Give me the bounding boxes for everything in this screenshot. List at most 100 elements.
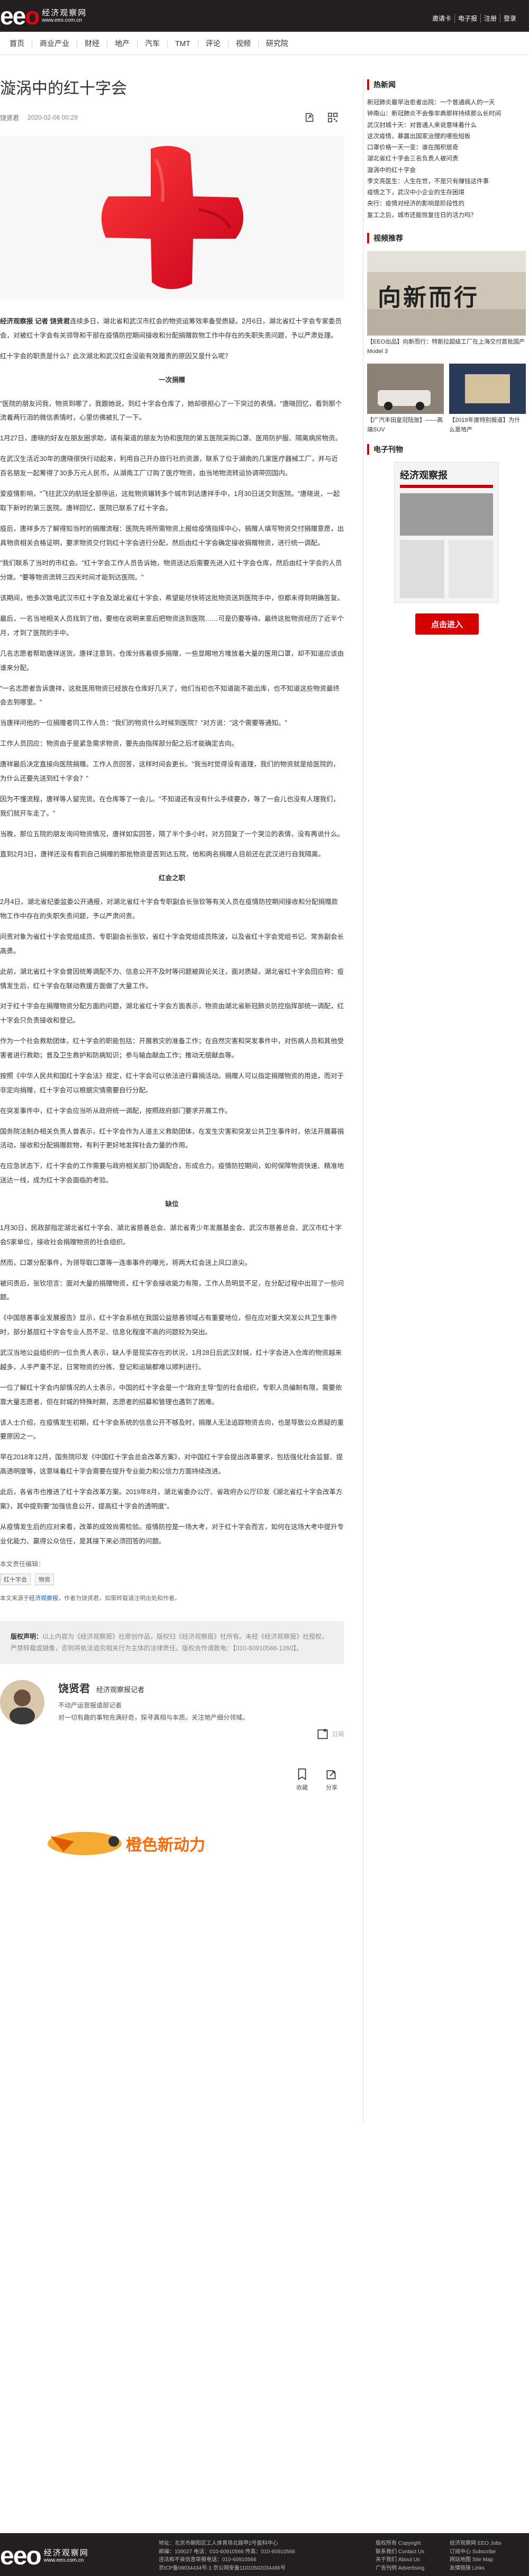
author-avatar[interactable] xyxy=(0,1680,44,1725)
footer-logo[interactable]: eeo 经济观察网 www.eeo.com.cn xyxy=(0,2542,89,2571)
video-thumbnail xyxy=(449,364,526,414)
article-paragraph: 1月30日，民政部指定湖北省红十字会、湖北省慈善总会、湖北省青少年发展基金会、武… xyxy=(0,1224,342,1246)
tag-item[interactable]: 红十字会 xyxy=(0,1573,31,1585)
epaper-cover[interactable]: 经济观察报 xyxy=(394,462,499,603)
nav-video[interactable]: 视频 xyxy=(227,39,258,47)
article-paragraph: 问责对象为省红十字会党组成员、专职副会长张钦，省红十字会党组成员陈波，以及省红十… xyxy=(0,933,344,955)
source-link[interactable]: 经济观察报 xyxy=(29,1595,58,1602)
collect-button[interactable]: 收藏 xyxy=(295,1767,309,1792)
hot-news-item[interactable]: 武汉封城十天：对普通人来说意味着什么 xyxy=(367,120,526,131)
article-paragraph: 被问责后，张钦坦言：面对大量的捐赠物资，红十字会接收能力有限，工作人员明显不足，… xyxy=(0,1279,344,1301)
qr-code-icon[interactable] xyxy=(327,112,339,123)
article-author[interactable]: 饶贤君 xyxy=(0,113,19,122)
footer-link[interactable]: 经济观察网 EEO Jobs xyxy=(450,2539,501,2548)
footer-link[interactable]: 关于我们 About Us xyxy=(376,2556,424,2564)
section-heading: 红会之职 xyxy=(158,874,185,882)
hot-news-item[interactable]: 钟南山：新冠肺炎不会像非典那样持续那么长时间 xyxy=(367,109,526,120)
hot-news-item[interactable]: 这次疫情，暴露出国家治理的哪些短板 xyxy=(367,131,526,142)
footer-link[interactable]: 友情链接 Links xyxy=(450,2564,501,2573)
footer-info: 地址：北京市朝阳区工人体育场北路甲2号盈科中心 邮编：100027 电话：010… xyxy=(159,2541,295,2571)
article-paragraph: 2月4日，湖北省纪委监委公开通报，对湖北省红十字会专职副会长张钦等有关人员在疫情… xyxy=(0,898,338,920)
invite-link[interactable]: 邀请卡 xyxy=(429,14,454,23)
author-info: 饶贤君 经济观察报记者 不动产运营报道部记者 对一切有趣的事物充满好奇，探寻真相与… xyxy=(58,1680,344,1741)
video-item[interactable]: 【广汽丰田皇冠陆放】——高端SUV xyxy=(367,364,444,435)
footer-link[interactable]: 广告刊例 Advertising xyxy=(376,2564,424,2573)
article-paragraph: 几名志愿者帮助唐祥送货。唐祥注意到，仓库分拣着很多捐赠，一些显眼地方堆放着大量的… xyxy=(0,649,344,672)
nav-home[interactable]: 首页 xyxy=(10,40,32,47)
hot-news-item[interactable]: 疫情之下，武汉中小企业的生存困境 xyxy=(367,187,526,198)
follow-button[interactable]: 订阅 xyxy=(58,1727,344,1741)
tag-item[interactable]: 物资 xyxy=(35,1573,54,1585)
login-link[interactable]: 登录 xyxy=(499,14,519,23)
article-paragraph: 经济观察报 记者 饶贤君连续多日，湖北省和武汉市红会的物资运筹效率备受质疑。2月… xyxy=(0,318,342,339)
hot-news-item[interactable]: 央行：疫情对经济的影响是阶段性的 xyxy=(367,198,526,210)
article-paragraph: 国务院法制办相关负责人曾表示，红十字会作为人道主义救助团体，在发生灾害和突发公共… xyxy=(0,1127,344,1150)
share-icon[interactable] xyxy=(304,112,315,123)
article-paragraph: 早在2018年12月，国务院印发《中国红十字会总会改革方案》，对中国红十字会提出… xyxy=(0,1453,343,1476)
video-item[interactable]: 【2019年度特别报道】为什么是地产 xyxy=(449,364,526,435)
promo-banner[interactable]: 橙色新动力 xyxy=(0,1820,344,1867)
register-link[interactable]: 注册 xyxy=(480,14,500,23)
copyright-notice: 版权声明：以上内容为《经济观察报》社原创作品，版权归《经济观察报》社所有。未经《… xyxy=(0,1621,344,1665)
article-paragraph: 在武汉生活近30年的唐晓很快行动起来，利用自己开办旅行社的资源，联系了位于湖南的… xyxy=(0,455,338,477)
nav-research[interactable]: 研究院 xyxy=(258,39,296,47)
nav-business[interactable]: 商业产业 xyxy=(32,39,77,47)
epaper-title: 电子刊物 xyxy=(367,444,526,455)
author-name[interactable]: 饶贤君 xyxy=(58,1683,90,1695)
article-paragraph: 直到2月3日，唐祥还没有看到自己捐赠的那批物资是否到达五院，他和两名捐赠人目前还… xyxy=(0,851,325,858)
video-caption[interactable]: 【EEO出品】向新而行：特斯拉超级工厂在上海交付首批国产Model 3 xyxy=(367,338,526,356)
hot-news-item[interactable]: 李文亮医生：人生在世，不是只有赚钱这件事 xyxy=(367,176,526,187)
author-role: 经济观察报记者 xyxy=(96,1686,145,1694)
hot-news-item[interactable]: 口罩价格一天一变：谁在囤积居奇 xyxy=(367,142,526,153)
epaper-link[interactable]: 电子报 xyxy=(454,14,480,23)
article-meta: 饶贤君 2020-02-06 00:29 xyxy=(0,111,360,124)
hot-news-item[interactable]: 新冠肺炎最早治愈者出院：一个普通病人的一天 xyxy=(367,97,526,109)
main-nav: 首页 商业产业 财经 地产 汽车 TMT 评论 视频 研究院 xyxy=(0,32,529,55)
source-note: 本文来源于经济观察报，作者为饶贤君，如需转载请注明出处和作者。 xyxy=(0,1595,180,1602)
site-logo[interactable]: eeo 经济观察网 www.eeo.com.cn xyxy=(0,3,87,29)
author-card: 饶贤君 经济观察报记者 不动产运营报道部记者 对一切有趣的事物充满好奇，探寻真相与… xyxy=(0,1680,344,1741)
article-paragraph: 作为一个社会救助团体，红十字会的职能包括：开展救灾的准备工作；在自然灾害和突发事… xyxy=(0,1037,344,1059)
article-paragraph: 当晚，那位五院的朋友询问物资情况，唐祥如实回答，隔了半个多小时，对方回复了一个哭… xyxy=(0,830,344,838)
enter-epaper-button[interactable]: 点击进入 xyxy=(415,613,479,635)
hot-news-item[interactable]: 漩涡中的红十字会 xyxy=(367,165,526,176)
article-paragraph: 唐祥最后决定直接向医院捐赠。工作人员回答，这样时间会更长。"我当时觉得没有道理，… xyxy=(0,761,340,782)
footer-links-1: 版权所有 Copyright 联系我们 Contact Us 关于我们 Abou… xyxy=(376,2539,424,2572)
video-title: 视频推荐 xyxy=(367,232,526,243)
article-paragraph: 武汉当地公益组织的一位负责人表示，缺人手是现实存在的状况，1月28日后武汉封城，… xyxy=(0,1349,342,1371)
source-line: 本文责任编辑： xyxy=(0,1560,45,1568)
footer-link[interactable]: 订阅中心 Subscribe xyxy=(450,2548,501,2556)
article-paragraph: 工作人员回应：物资由于是紧急需求物资，要先由指挥部分配之后才能确定去向。 xyxy=(0,740,239,748)
section-heading: 缺位 xyxy=(165,1200,179,1208)
footer-link[interactable]: 联系我们 Contact Us xyxy=(376,2548,424,2556)
share-button[interactable]: 分享 xyxy=(325,1767,339,1792)
nav-realestate[interactable]: 地产 xyxy=(107,39,137,47)
article-paragraph: 此前，湖北省红十字会曾因统筹调配不力、信息公开不及时等问题被舆论关注，面对质疑，… xyxy=(0,968,344,990)
article-paragraph: "一名志愿者告诉唐祥，这批医用物资已经放在仓库好几天了，他们当初也不知道能不能出… xyxy=(0,684,340,707)
article-paragraph: 红十字会的职责是什么？此次湖北和武汉红会没能有效履责的原因又是什么呢？ xyxy=(0,352,232,360)
video-thumb-main[interactable]: 向新而行 xyxy=(367,250,526,336)
top-bar: eeo 经济观察网 www.eeo.com.cn 邀请卡 电子报 注册 登录 xyxy=(0,0,529,32)
article-date: 2020-02-06 00:29 xyxy=(28,114,78,121)
article-body: 经济观察报 记者 饶贤君连续多日，湖北省和武汉市红会的物资运筹效率备受质疑。2月… xyxy=(0,314,344,1549)
nav-tmt[interactable]: TMT xyxy=(167,39,198,47)
nav-opinion[interactable]: 评论 xyxy=(197,39,228,47)
hot-news-item[interactable]: 复工之后，城市还能恢复往日的活力吗？ xyxy=(367,210,526,221)
article-paragraph: 然而，口罩分配事件，为领导取口罩等一连串事件的曝光，将两大红会送上风口浪尖。 xyxy=(0,1259,252,1267)
footer-link[interactable]: 版权所有 Copyright xyxy=(376,2539,424,2548)
article-paragraph: 按照《中华人民共和国红十字会法》规定，红十字会可以依法进行募捐活动。捐赠人可以指… xyxy=(0,1072,344,1094)
article-paragraph: 该人士介绍，在疫情发生初期，红十字会系统的信息公开不够及时，捐赠人无法追踪物资去… xyxy=(0,1418,344,1441)
article-paragraph: 《中国慈善事业发展报告》显示，红十字会系统在我国公益慈善领域占有重要地位，但在应… xyxy=(0,1314,338,1336)
article-paragraph: 对于红十字会在捐赠物资分配方面的问题，湖北省红十字会方面表示，物资由湖北省新冠肺… xyxy=(0,1002,344,1025)
nav-finance[interactable]: 财经 xyxy=(77,39,107,47)
video-list: 向新而行 【EEO出品】向新而行：特斯拉超级工厂在上海交付首批国产Model 3… xyxy=(367,250,526,435)
nav-auto[interactable]: 汽车 xyxy=(137,39,167,47)
subscribe-icon xyxy=(317,1728,328,1739)
hot-news-item[interactable]: 湖北省红十字会三名负责人被问责 xyxy=(367,153,526,165)
article-paragraph: 在应急状态下，红十字会的工作需要与政府相关部门协调配合，形成合力。疫情防控期间，… xyxy=(0,1162,344,1185)
article-paragraph: 一位了解红十字会内部情况的人士表示，中国的红十字会是一个"政府主导"型的社会组织… xyxy=(0,1384,342,1406)
article-paragraph: "医院的朋友问我，物资到哪了，我跟她说，到红十字会仓库了，她却很担心了一下突过的… xyxy=(0,400,342,422)
article-paragraph: 1月27日，唐晓的好友在朋友圈求助，请有渠道的朋友为协和医院的第五医院采购口罩、… xyxy=(0,435,342,442)
article-paragraph: 因为不懂流程，唐祥等人留完货。在仓库等了一会儿。"不知道还有没有什么手续要办，等… xyxy=(0,795,340,817)
footer-link[interactable]: 网站地图 Site Map xyxy=(450,2556,501,2564)
